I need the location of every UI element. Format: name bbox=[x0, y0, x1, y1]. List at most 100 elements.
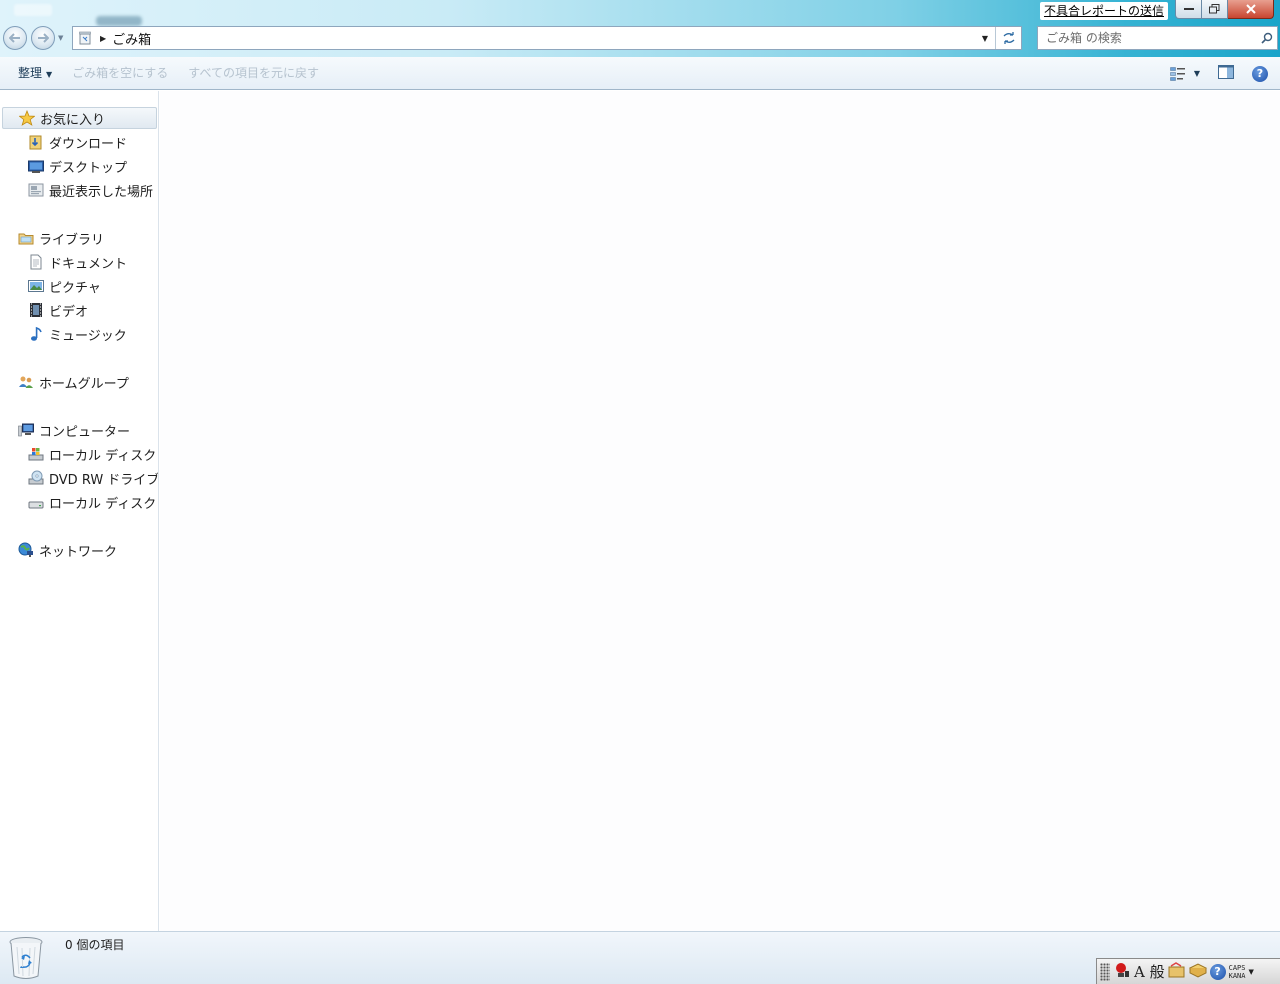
minimize-icon bbox=[1183, 8, 1194, 10]
sidebar-item-desktop[interactable]: デスクトップ bbox=[28, 155, 127, 177]
search-box[interactable] bbox=[1037, 26, 1278, 50]
problem-report-link[interactable]: 不具合レポートの送信 bbox=[1039, 2, 1168, 20]
title-bar: 不具合レポートの送信 ▼ ▶ ごみ箱 ▼ bbox=[0, 0, 1280, 57]
address-bar[interactable]: ▶ ごみ箱 ▼ bbox=[72, 26, 1022, 50]
sidebar-item-label: ローカル ディスク ( bbox=[49, 448, 159, 464]
refresh-button[interactable] bbox=[995, 27, 1021, 49]
forward-arrow-icon bbox=[38, 33, 49, 43]
recycle-bin-icon bbox=[9, 937, 43, 979]
sidebar-item-label: ダウンロード bbox=[49, 136, 128, 152]
preview-pane-icon bbox=[1218, 64, 1234, 79]
details-pane: 0 個の項目 bbox=[0, 931, 1280, 984]
caps-kana-indicator: CAPS KANA bbox=[1229, 964, 1246, 980]
chevron-down-icon: ▼ bbox=[1193, 69, 1200, 78]
downloads-icon bbox=[28, 134, 44, 150]
dvd-drive-icon bbox=[28, 470, 44, 486]
library-folder-icon bbox=[18, 230, 34, 246]
dictionary-tool-icon[interactable] bbox=[1188, 962, 1207, 982]
change-view-button[interactable]: ▼ bbox=[1170, 66, 1200, 81]
sidebar-item-label: ピクチャ bbox=[49, 280, 101, 296]
sidebar-item-music[interactable]: ミュージック bbox=[28, 323, 127, 345]
restore-all-button[interactable]: すべての項目を元に戻す bbox=[178, 57, 329, 90]
close-button[interactable] bbox=[1228, 0, 1274, 19]
sidebar-item-dvd-drive[interactable]: DVD RW ドライブ bbox=[28, 467, 159, 489]
breadcrumb-separator-icon[interactable]: ▶ bbox=[100, 34, 106, 43]
music-icon bbox=[28, 326, 44, 342]
sidebar-item-recent-places[interactable]: 最近表示した場所 bbox=[28, 179, 153, 201]
minimize-button[interactable] bbox=[1175, 0, 1202, 19]
search-input[interactable] bbox=[1046, 28, 1257, 48]
search-icon[interactable] bbox=[1257, 32, 1277, 44]
star-icon bbox=[19, 110, 35, 126]
close-icon bbox=[1245, 4, 1256, 14]
ime-language-bar: A 般 ? CAPS KANA ▼ bbox=[1096, 958, 1280, 984]
sidebar-item-label: ライブラリ bbox=[39, 232, 105, 248]
command-bar-right: ▼ ? bbox=[1170, 57, 1268, 90]
caption-buttons bbox=[1175, 0, 1274, 19]
hard-drive-icon bbox=[28, 494, 44, 510]
sidebar-item-local-disk-d[interactable]: ローカル ディスク ( bbox=[28, 491, 159, 513]
refresh-icon bbox=[1003, 32, 1014, 44]
sidebar-item-downloads[interactable]: ダウンロード bbox=[28, 131, 127, 153]
sidebar-item-network[interactable]: ネットワーク bbox=[18, 539, 117, 561]
sidebar-item-label: デスクトップ bbox=[49, 160, 128, 176]
caps-indicator: CAPS bbox=[1228, 963, 1246, 972]
sidebar-item-label: お気に入り bbox=[40, 112, 106, 128]
empty-recycle-bin-button[interactable]: ごみ箱を空にする bbox=[62, 57, 178, 90]
sidebar-item-computer[interactable]: コンピューター bbox=[18, 419, 130, 441]
sidebar-item-label: コンピューター bbox=[39, 424, 131, 440]
sidebar-item-label: ドキュメント bbox=[49, 256, 128, 272]
preview-pane-button[interactable] bbox=[1218, 64, 1234, 83]
organize-button[interactable]: 整理 ▼ bbox=[8, 57, 62, 90]
help-icon[interactable]: ? bbox=[1252, 65, 1268, 82]
view-details-icon bbox=[1170, 66, 1185, 81]
sidebar-item-documents[interactable]: ドキュメント bbox=[28, 251, 127, 273]
restore-icon bbox=[1209, 4, 1220, 14]
documents-icon bbox=[28, 254, 44, 270]
maximize-button[interactable] bbox=[1202, 0, 1228, 19]
computer-icon bbox=[18, 422, 34, 438]
sidebar-item-pictures[interactable]: ピクチャ bbox=[28, 275, 101, 297]
navigation-pane: お気に入り ダウンロード デスクトップ 最近表示した場所 ライブラリ ドキュメン… bbox=[0, 91, 159, 931]
chevron-down-icon: ▼ bbox=[46, 69, 53, 79]
recent-places-icon bbox=[28, 182, 44, 198]
grip-icon[interactable] bbox=[1100, 962, 1110, 981]
network-icon bbox=[18, 542, 34, 558]
sidebar-item-label: ミュージック bbox=[49, 328, 127, 344]
ime-help-icon[interactable]: ? bbox=[1209, 963, 1226, 980]
organize-label: 整理 bbox=[18, 65, 43, 80]
pictures-icon bbox=[28, 278, 44, 294]
item-count: 0 個の項目 bbox=[65, 938, 125, 952]
desktop-icon bbox=[28, 158, 44, 174]
file-list-area[interactable] bbox=[160, 91, 1280, 931]
ime-pad-icon[interactable] bbox=[1168, 961, 1186, 982]
breadcrumb-item[interactable]: ごみ箱 bbox=[112, 29, 975, 48]
recycle-bin-icon bbox=[76, 30, 94, 46]
sidebar-item-favorites[interactable]: お気に入り bbox=[2, 107, 157, 129]
address-dropdown-button[interactable]: ▼ bbox=[975, 34, 995, 43]
ime-icon[interactable] bbox=[1113, 961, 1131, 983]
sidebar-item-label: ビデオ bbox=[49, 304, 89, 320]
system-drive-icon bbox=[28, 446, 44, 462]
homegroup-icon bbox=[18, 374, 34, 390]
sidebar-item-label: ホームグループ bbox=[39, 376, 129, 392]
chevron-down-icon[interactable]: ▼ bbox=[1248, 968, 1253, 976]
sidebar-item-videos[interactable]: ビデオ bbox=[28, 299, 88, 321]
back-arrow-icon bbox=[9, 33, 20, 43]
kana-indicator: KANA bbox=[1228, 971, 1246, 980]
recent-pages-dropdown[interactable]: ▼ bbox=[58, 34, 63, 42]
input-mode-button[interactable]: A 般 bbox=[1134, 961, 1165, 982]
command-bar: 整理 ▼ ごみ箱を空にする すべての項目を元に戻す ▼ ? bbox=[0, 57, 1280, 90]
sidebar-item-label: ネットワーク bbox=[39, 544, 118, 560]
sidebar-item-label: ローカル ディスク ( bbox=[49, 496, 159, 512]
sidebar-item-local-disk-c[interactable]: ローカル ディスク ( bbox=[28, 443, 159, 465]
forward-button[interactable] bbox=[31, 26, 55, 50]
title-bar-ghost bbox=[14, 4, 52, 16]
sidebar-item-homegroup[interactable]: ホームグループ bbox=[18, 371, 129, 393]
sidebar-item-label: 最近表示した場所 bbox=[49, 184, 154, 200]
back-button[interactable] bbox=[3, 26, 27, 50]
title-bar-ghost bbox=[96, 16, 142, 26]
sidebar-item-label: DVD RW ドライブ bbox=[49, 472, 159, 488]
videos-icon bbox=[28, 302, 44, 318]
sidebar-item-libraries[interactable]: ライブラリ bbox=[18, 227, 104, 249]
